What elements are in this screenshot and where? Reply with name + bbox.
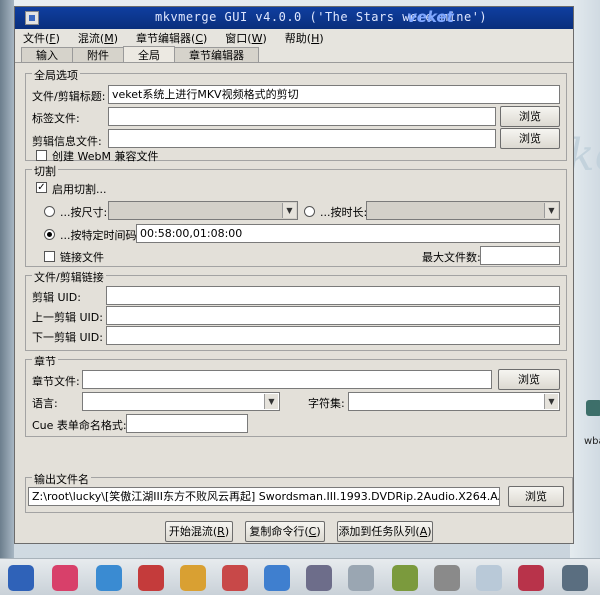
group-title: 输出文件名: [32, 471, 91, 487]
charset-label: 字符集:: [308, 397, 345, 410]
chapter-browse-button[interactable]: 浏览: [498, 369, 560, 390]
split-by-duration-radio[interactable]: [304, 206, 315, 217]
taskbar-app-icon[interactable]: [52, 565, 78, 591]
chapter-file-label: 章节文件:: [32, 375, 80, 388]
segment-info-input[interactable]: [108, 129, 496, 148]
chevron-down-icon: ▼: [264, 394, 278, 409]
start-muxing-button[interactable]: 开始混流(R): [165, 521, 233, 542]
chevron-down-icon: ▼: [544, 203, 558, 218]
menu-mux[interactable]: 混流(M): [76, 29, 120, 47]
output-filename-input[interactable]: Z:\root\lucky\[笑傲江湖III东方不败风云再起] Swordsma…: [28, 487, 500, 506]
segment-uid-input[interactable]: [106, 286, 560, 305]
output-group: 输出文件名 Z:\root\lucky\[笑傲江湖III东方不败风云再起] Sw…: [25, 471, 573, 513]
veket-brand-logo: veket: [407, 8, 454, 26]
tab-input[interactable]: 输入: [21, 47, 73, 62]
taskbar-app-icon[interactable]: [434, 565, 460, 591]
enable-split-label: 启用切割...: [52, 183, 107, 196]
title-bar[interactable]: mkvmerge GUI v4.0.0 ('The Stars were min…: [15, 7, 573, 29]
taskbar-app-icon[interactable]: [518, 565, 544, 591]
tags-browse-button[interactable]: 浏览: [500, 106, 560, 127]
group-title: 切割: [32, 163, 58, 179]
language-label: 语言:: [32, 397, 58, 410]
taskbar-app-icon[interactable]: [306, 565, 332, 591]
split-by-duration-label: ...按时长:: [320, 206, 368, 219]
group-title: 章节: [32, 353, 58, 369]
desktop-icon[interactable]: [586, 400, 600, 416]
language-select[interactable]: ▼: [82, 392, 280, 411]
charset-select[interactable]: ▼: [348, 392, 560, 411]
split-by-size-label: ...按尺寸:: [60, 206, 108, 219]
split-duration-select[interactable]: ▼: [366, 201, 560, 220]
segment-info-browse-button[interactable]: 浏览: [500, 128, 560, 149]
cue-name-format-label: Cue 表单命名格式:: [32, 419, 127, 432]
add-to-job-queue-button[interactable]: 添加到任务队列(A): [337, 521, 433, 542]
splitting-group: 切割 ✓ 启用切割... ...按尺寸: ▼ ...按时长: ▼ ...按特定时…: [25, 163, 567, 267]
previous-segment-uid-label: 上一剪辑 UID:: [32, 311, 103, 324]
tab-bar: 输入 附件 全局 章节编辑器: [15, 46, 573, 63]
taskbar-app-icon[interactable]: [562, 565, 588, 591]
segment-uid-label: 剪辑 UID:: [32, 291, 81, 304]
next-segment-uid-input[interactable]: [106, 326, 560, 345]
taskbar-app-icon[interactable]: [222, 565, 248, 591]
tags-file-label: 标签文件:: [32, 112, 80, 125]
output-browse-button[interactable]: 浏览: [508, 486, 564, 507]
taskbar-app-icon[interactable]: [138, 565, 164, 591]
mkvmerge-window: mkvmerge GUI v4.0.0 ('The Stars were min…: [14, 6, 574, 544]
tags-file-input[interactable]: [108, 107, 496, 126]
menu-chapter-editor[interactable]: 章节编辑器(C): [134, 29, 209, 47]
taskbar-app-icon[interactable]: [392, 565, 418, 591]
enable-split-checkbox[interactable]: ✓: [36, 182, 47, 193]
split-by-timecodes-label: ...按特定时间码:: [60, 229, 141, 242]
global-options-group: 全局选项 文件/剪辑标题: veket系统上进行MKV视频格式的剪切 标签文件:…: [25, 67, 567, 163]
taskbar-app-icon[interactable]: [264, 565, 290, 591]
desktop-icon-label: wba: [584, 436, 600, 447]
cue-name-format-input[interactable]: [126, 414, 248, 433]
chapters-group: 章节 章节文件: 浏览 语言: ▼ 字符集: ▼ Cue 表单命名格式:: [25, 353, 567, 437]
chevron-down-icon: ▼: [282, 203, 296, 218]
split-by-timecodes-radio[interactable]: [44, 229, 55, 240]
taskbar-app-icon[interactable]: [476, 565, 502, 591]
menu-file[interactable]: 文件(F): [21, 29, 62, 47]
title-label: 文件/剪辑标题:: [32, 90, 106, 103]
app-icon[interactable]: [25, 11, 39, 25]
max-files-label: 最大文件数:: [422, 251, 481, 264]
tab-chapter-editor[interactable]: 章节编辑器: [174, 47, 259, 62]
desktop-left-edge: [0, 0, 14, 560]
next-segment-uid-label: 下一剪辑 UID:: [32, 331, 103, 344]
group-title: 文件/剪辑链接: [32, 269, 106, 285]
max-files-input[interactable]: [480, 246, 560, 265]
webm-checkbox[interactable]: [36, 150, 47, 161]
linking-group: 文件/剪辑链接 剪辑 UID: 上一剪辑 UID: 下一剪辑 UID:: [25, 269, 567, 351]
link-files-checkbox[interactable]: [44, 251, 55, 262]
menu-help[interactable]: 帮助(H): [283, 29, 326, 47]
split-timecodes-input[interactable]: 00:58:00,01:08:00: [136, 224, 560, 243]
taskbar-app-icon[interactable]: [8, 565, 34, 591]
segment-info-label: 剪辑信息文件:: [32, 135, 102, 148]
tab-attachments[interactable]: 附件: [72, 47, 124, 62]
taskbar-app-icon[interactable]: [348, 565, 374, 591]
copy-command-line-button[interactable]: 复制命令行(C): [245, 521, 325, 542]
chapter-file-input[interactable]: [82, 370, 492, 389]
chevron-down-icon: ▼: [544, 394, 558, 409]
split-by-size-radio[interactable]: [44, 206, 55, 217]
split-size-select[interactable]: ▼: [108, 201, 298, 220]
check-icon: ✓: [37, 182, 46, 193]
taskbar-app-icon[interactable]: [180, 565, 206, 591]
desktop-right-edge: [570, 0, 600, 560]
title-input[interactable]: veket系统上进行MKV视频格式的剪切: [108, 85, 560, 104]
menu-window[interactable]: 窗口(W): [223, 29, 268, 47]
taskbar-app-icon[interactable]: [96, 565, 122, 591]
tab-global[interactable]: 全局: [123, 46, 175, 62]
group-title: 全局选项: [32, 67, 80, 83]
webm-label: 创建 WebM 兼容文件: [52, 150, 159, 163]
menu-bar: 文件(F) 混流(M) 章节编辑器(C) 窗口(W) 帮助(H): [15, 29, 573, 47]
taskbar: [0, 558, 600, 595]
previous-segment-uid-input[interactable]: [106, 306, 560, 325]
link-files-label: 链接文件: [60, 251, 104, 264]
global-tab-panel: 全局选项 文件/剪辑标题: veket系统上进行MKV视频格式的剪切 标签文件:…: [15, 63, 573, 543]
